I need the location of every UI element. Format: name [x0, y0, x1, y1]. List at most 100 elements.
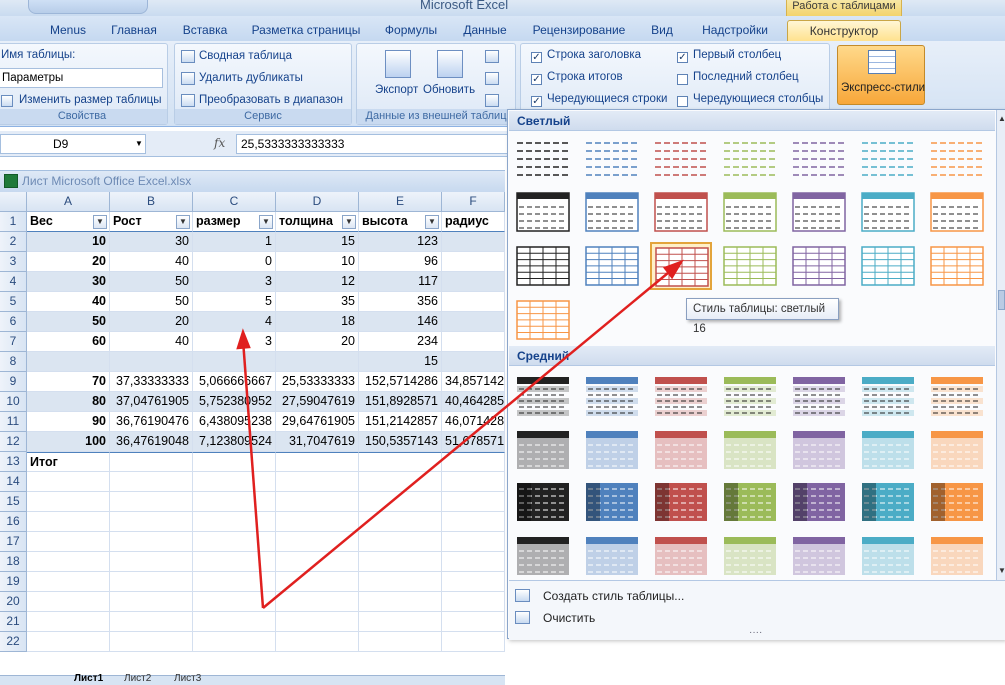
table-style-thumbnail[interactable] — [857, 478, 919, 526]
table-style-thumbnail[interactable] — [926, 478, 988, 526]
table-cell[interactable]: 3 — [193, 332, 276, 352]
table-cell[interactable]: 36,76190476 — [110, 412, 193, 432]
table-style-thumbnail[interactable] — [926, 242, 988, 290]
table-style-thumbnail[interactable] — [926, 188, 988, 236]
scroll-up-icon[interactable]: ▲ — [998, 114, 1005, 123]
row-header[interactable]: 16 — [0, 512, 27, 532]
table-cell[interactable] — [276, 352, 359, 372]
table-cell[interactable] — [442, 312, 505, 332]
table-cell[interactable]: 20 — [276, 332, 359, 352]
table-style-thumbnail[interactable] — [719, 532, 781, 580]
empty-cell[interactable] — [276, 592, 359, 612]
name-box[interactable]: D9 — [0, 134, 146, 154]
table-cell[interactable]: 117 — [359, 272, 442, 292]
table-cell[interactable] — [442, 232, 505, 252]
row-header[interactable]: 17 — [0, 532, 27, 552]
table-cell[interactable]: 40 — [110, 332, 193, 352]
filter-dropdown-icon[interactable]: ▼ — [425, 215, 439, 229]
table-style-thumbnail[interactable] — [581, 188, 643, 236]
fx-icon[interactable]: fx — [214, 136, 225, 150]
table-style-thumbnail[interactable] — [788, 188, 850, 236]
open-browser-icon[interactable] — [485, 72, 499, 85]
table-cell[interactable] — [442, 252, 505, 272]
table-style-thumbnail[interactable] — [581, 372, 643, 420]
table-cell[interactable]: 70 — [27, 372, 110, 392]
table-cell[interactable]: 0 — [193, 252, 276, 272]
tab-review[interactable]: Рецензирование — [530, 20, 628, 42]
refresh-button[interactable]: Обновить — [423, 84, 475, 96]
unlink-icon[interactable] — [485, 94, 499, 107]
table-cell[interactable]: 356 — [359, 292, 442, 312]
empty-cell[interactable] — [193, 512, 276, 532]
empty-cell[interactable] — [276, 472, 359, 492]
tab-insert[interactable]: Вставка — [178, 20, 232, 42]
table-cell[interactable]: 150,5357143 — [359, 432, 442, 452]
table-style-thumbnail[interactable] — [512, 372, 574, 420]
table-cell[interactable]: 80 — [27, 392, 110, 412]
table-style-thumbnail[interactable] — [719, 242, 781, 290]
resize-table-button[interactable]: Изменить размер таблицы — [19, 94, 162, 106]
empty-cell[interactable] — [359, 552, 442, 572]
table-style-thumbnail[interactable] — [512, 426, 574, 474]
column-header-e[interactable]: E — [359, 192, 442, 212]
table-style-thumbnail[interactable] — [926, 372, 988, 420]
table-cell[interactable]: 27,59047619 — [276, 392, 359, 412]
table-cell[interactable]: 5 — [193, 292, 276, 312]
empty-cell[interactable] — [110, 592, 193, 612]
table-cell[interactable]: 151,8928571 — [359, 392, 442, 412]
table-header-cell[interactable]: высота ▼ — [359, 212, 442, 232]
empty-cell[interactable] — [276, 492, 359, 512]
table-cell[interactable] — [276, 452, 359, 472]
table-cell[interactable]: 35 — [276, 292, 359, 312]
table-cell[interactable]: 234 — [359, 332, 442, 352]
table-style-thumbnail[interactable] — [719, 188, 781, 236]
empty-cell[interactable] — [442, 612, 505, 632]
row-header[interactable]: 10 — [0, 392, 27, 412]
table-style-thumbnail[interactable] — [719, 372, 781, 420]
header-row-checkbox[interactable]: ✓ — [531, 52, 542, 63]
table-style-thumbnail[interactable] — [650, 188, 712, 236]
empty-cell[interactable] — [359, 572, 442, 592]
first-column-checkbox[interactable]: ✓ — [677, 52, 688, 63]
scroll-down-icon[interactable]: ▼ — [998, 566, 1005, 575]
table-style-thumbnail[interactable] — [926, 532, 988, 580]
table-cell[interactable]: 6,438095238 — [193, 412, 276, 432]
table-cell[interactable]: 36,47619048 — [110, 432, 193, 452]
row-header[interactable]: 22 — [0, 632, 27, 652]
filter-dropdown-icon[interactable]: ▼ — [342, 215, 356, 229]
name-box-dropdown-icon[interactable]: ▼ — [135, 139, 143, 148]
row-header[interactable]: 19 — [0, 572, 27, 592]
empty-cell[interactable] — [193, 532, 276, 552]
tab-view[interactable]: Вид — [646, 20, 678, 42]
empty-cell[interactable] — [359, 492, 442, 512]
table-style-thumbnail[interactable] — [719, 426, 781, 474]
row-header[interactable]: 11 — [0, 412, 27, 432]
empty-cell[interactable] — [442, 492, 505, 512]
row-header[interactable]: 1 — [0, 212, 27, 232]
empty-cell[interactable] — [442, 532, 505, 552]
banded-rows-checkbox[interactable]: ✓ — [531, 96, 542, 107]
table-cell[interactable]: 3 — [193, 272, 276, 292]
table-style-thumbnail[interactable] — [650, 134, 712, 182]
row-header[interactable]: 20 — [0, 592, 27, 612]
last-column-checkbox[interactable] — [677, 74, 688, 85]
table-cell[interactable]: 60 — [27, 332, 110, 352]
empty-cell[interactable] — [193, 592, 276, 612]
empty-cell[interactable] — [110, 552, 193, 572]
table-name-input[interactable]: Параметры — [0, 68, 163, 88]
tab-menus[interactable]: Menus — [46, 20, 90, 42]
express-styles-button[interactable]: Экспресс-стили — [837, 45, 925, 105]
empty-cell[interactable] — [27, 472, 110, 492]
table-cell[interactable]: 40 — [110, 252, 193, 272]
empty-cell[interactable] — [359, 512, 442, 532]
table-cell[interactable] — [442, 272, 505, 292]
empty-cell[interactable] — [193, 472, 276, 492]
empty-cell[interactable] — [27, 512, 110, 532]
table-style-thumbnail[interactable] — [857, 426, 919, 474]
table-style-thumbnail[interactable] — [926, 426, 988, 474]
row-header[interactable]: 8 — [0, 352, 27, 372]
table-style-thumbnail[interactable] — [788, 532, 850, 580]
filter-dropdown-icon[interactable]: ▼ — [93, 215, 107, 229]
table-cell[interactable] — [359, 452, 442, 472]
row-header[interactable]: 12 — [0, 432, 27, 452]
